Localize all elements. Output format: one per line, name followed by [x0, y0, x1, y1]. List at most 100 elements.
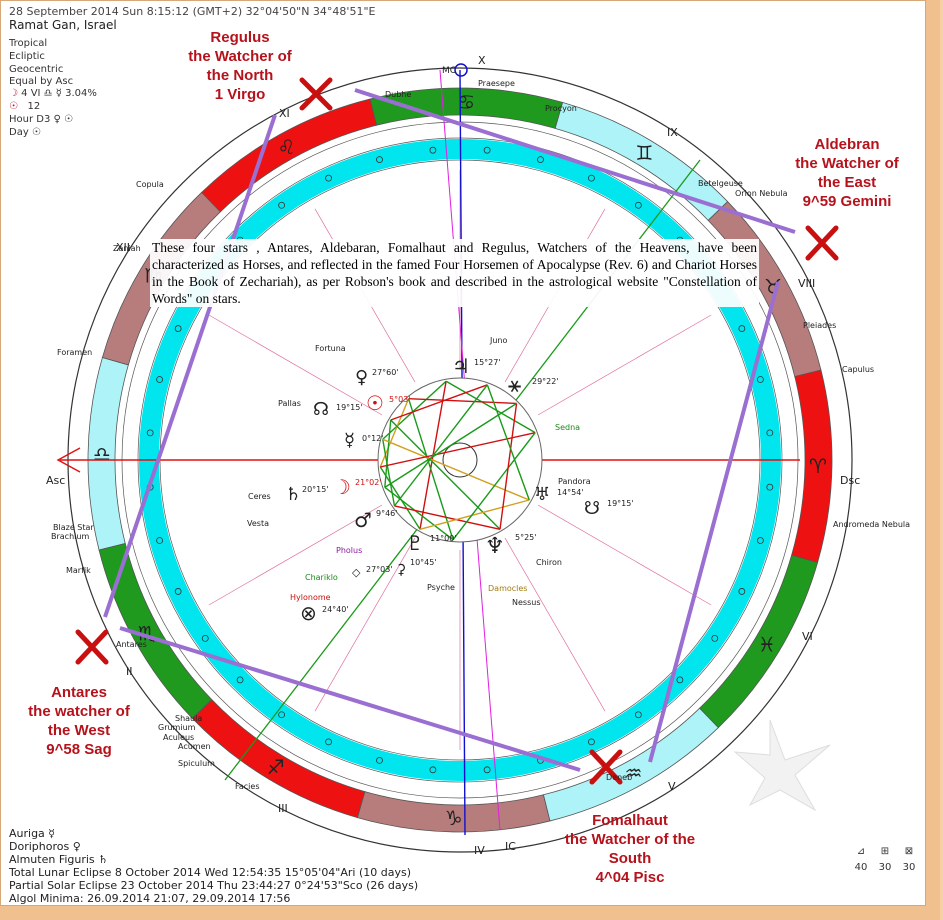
asteroid-chiron: Chiron: [536, 558, 562, 567]
sign-glyph-icon: ♊: [635, 141, 653, 165]
arrow-point-position: 29°22': [532, 377, 559, 386]
star-copula: Copula: [136, 180, 164, 189]
star-marfik: Marfik: [66, 566, 91, 575]
chart-window: 28 September 2014 Sun 8:15:12 (GMT+2) 32…: [0, 0, 940, 920]
star-capulus: Capulus: [842, 365, 874, 374]
house-label-vi: VI: [802, 630, 813, 643]
point-fortuna: Fortuna: [315, 344, 346, 353]
moon-chart-icon: ☽: [333, 475, 351, 499]
footer-lunar-eclipse: Total Lunar Eclipse 8 October 2014 Wed 1…: [9, 866, 412, 879]
house-label-ii: II: [126, 665, 133, 678]
tno-sedna: Sedna: [555, 423, 580, 432]
star-shaula: Shaula: [175, 714, 202, 723]
asc-label: Asc: [46, 474, 65, 487]
footer-auriga: Auriga ☿: [9, 827, 56, 840]
jupiter-position: 15°27': [474, 358, 501, 367]
moon-position: 21°02': [355, 478, 382, 487]
ceres-alt-icon: ⚳: [396, 562, 406, 578]
dsc-label: Dsc: [840, 474, 860, 487]
asteroid-pandora: Pandora: [558, 477, 591, 486]
house-cusp-line: [537, 314, 712, 416]
star-andromeda-nebula: Andromeda Nebula: [833, 520, 910, 529]
jupiter-icon: ♃: [452, 354, 470, 378]
zoom-icon-2[interactable]: ⊞: [876, 846, 894, 857]
aldebran-x-marker: [805, 225, 839, 261]
star-facies: Facies: [235, 782, 259, 791]
house-label-x: X: [478, 54, 486, 67]
house-cusp-line: [537, 504, 712, 606]
uranus-icon: ♅: [534, 484, 550, 505]
ceres-alt-position: 10°45': [410, 558, 437, 567]
saturn-icon: ♄: [285, 484, 301, 505]
sign-glyph-icon: ♌: [277, 135, 295, 159]
zoom-icon-3[interactable]: ⊠: [900, 846, 918, 857]
zoom-value-1: 40: [854, 862, 868, 873]
asteroid-juno: Juno: [489, 336, 508, 345]
zoom-value-2: 30: [878, 862, 892, 873]
house-label-ix: IX: [667, 126, 678, 139]
lilith-position: 27°03': [366, 565, 393, 574]
zoom-value-3: 30: [902, 862, 916, 873]
star-aculeus: Aculeus: [163, 733, 194, 742]
star-zaniah: Zaniah: [113, 244, 141, 253]
mars-icon: ♂: [354, 508, 372, 532]
star-deneb: Deneb: [606, 773, 632, 782]
asteroid-damocles: Damocles: [488, 584, 527, 593]
footer-doriphoros: Doriphoros ♀: [9, 840, 81, 853]
star-foramen: Foramen: [57, 348, 92, 357]
node-icon: ☊: [313, 399, 329, 420]
mc-label: MC: [442, 66, 456, 76]
pluto-position: 11°00': [430, 534, 457, 543]
star-brachium: Brachium: [51, 532, 89, 541]
footer-algol-minima: Algol Minima: 26.09.2014 21:07, 29.09.20…: [9, 892, 291, 905]
star-praesepe: Praesepe: [478, 79, 515, 88]
sign-glyph-icon: ♓: [758, 632, 776, 656]
fortuna-position: 24°40': [322, 605, 349, 614]
ic-label: IC: [505, 840, 516, 853]
sign-glyph-icon: ♐: [267, 755, 285, 779]
house-label-iii: III: [278, 802, 288, 815]
venus-icon: ♀: [355, 367, 368, 388]
zoom-panel: ⊿ ⊞ ⊠ 40 30 30: [852, 846, 922, 880]
mc-circle-icon: [454, 63, 468, 77]
watchers-quote: These four stars , Antares, Aldebaran, F…: [150, 239, 759, 307]
arrow-point-icon: ⚹: [508, 373, 521, 398]
node-position: 19°15': [336, 403, 363, 412]
zoom-icon-1[interactable]: ⊿: [852, 846, 870, 857]
star-pleiades: Pleiades: [803, 321, 836, 330]
sign-glyph-icon: ♎: [93, 442, 111, 466]
mars-position: 9°46': [376, 509, 397, 518]
star-grumium: Grumium: [158, 723, 196, 732]
footer-almuten: Almuten Figuris ♄: [9, 853, 109, 866]
asteroid-ceres: Ceres: [248, 492, 271, 501]
mercury-icon: ☿: [344, 430, 355, 451]
regulus-antares-line: [103, 114, 277, 618]
decorative-star-icon: [733, 719, 831, 812]
pluto-icon: ♇: [406, 531, 424, 555]
neptune-icon: ♆: [485, 534, 505, 559]
saturn-position: 20°15': [302, 485, 329, 494]
annotation-fomalhaut: Fomalhaut the Watcher of the South 4^04 Pi…: [564, 812, 696, 886]
house-label-v: V: [668, 780, 676, 793]
star-betelgeuse: Betelgeuse: [698, 179, 743, 188]
mercury-position: 0°12': [362, 434, 383, 443]
antares-x-marker: [75, 629, 109, 665]
sign-glyph-icon: ♑: [445, 806, 463, 830]
regulus-x-marker: [299, 77, 333, 111]
sun-position: 5°03': [389, 395, 410, 404]
asteroid-vesta: Vesta: [247, 519, 269, 528]
venus-position: 27°60': [372, 368, 399, 377]
fortuna-icon: ⊗: [300, 601, 317, 625]
annotation-regulus: Regulus the Watcher of the North 1 Virgo: [188, 29, 292, 103]
annotation-aldebran: Aldebran the Watcher of the East 9^59 Gemi…: [795, 136, 899, 210]
star-dubhe: Dubhe: [385, 90, 411, 99]
house-label-viii: VIII: [798, 277, 815, 290]
star-spiculum: Spiculum: [178, 759, 215, 768]
sign-glyph-icon: ♈: [809, 454, 827, 478]
sun-chart-icon: ☉: [366, 391, 384, 415]
asteroid-psyche: Psyche: [427, 583, 455, 592]
house-label-xi: XI: [279, 107, 290, 120]
star-blaze-star: Blaze Star: [53, 523, 94, 532]
centaur-pholus: Pholus: [336, 546, 362, 555]
house-label-iv: IV: [474, 844, 485, 857]
